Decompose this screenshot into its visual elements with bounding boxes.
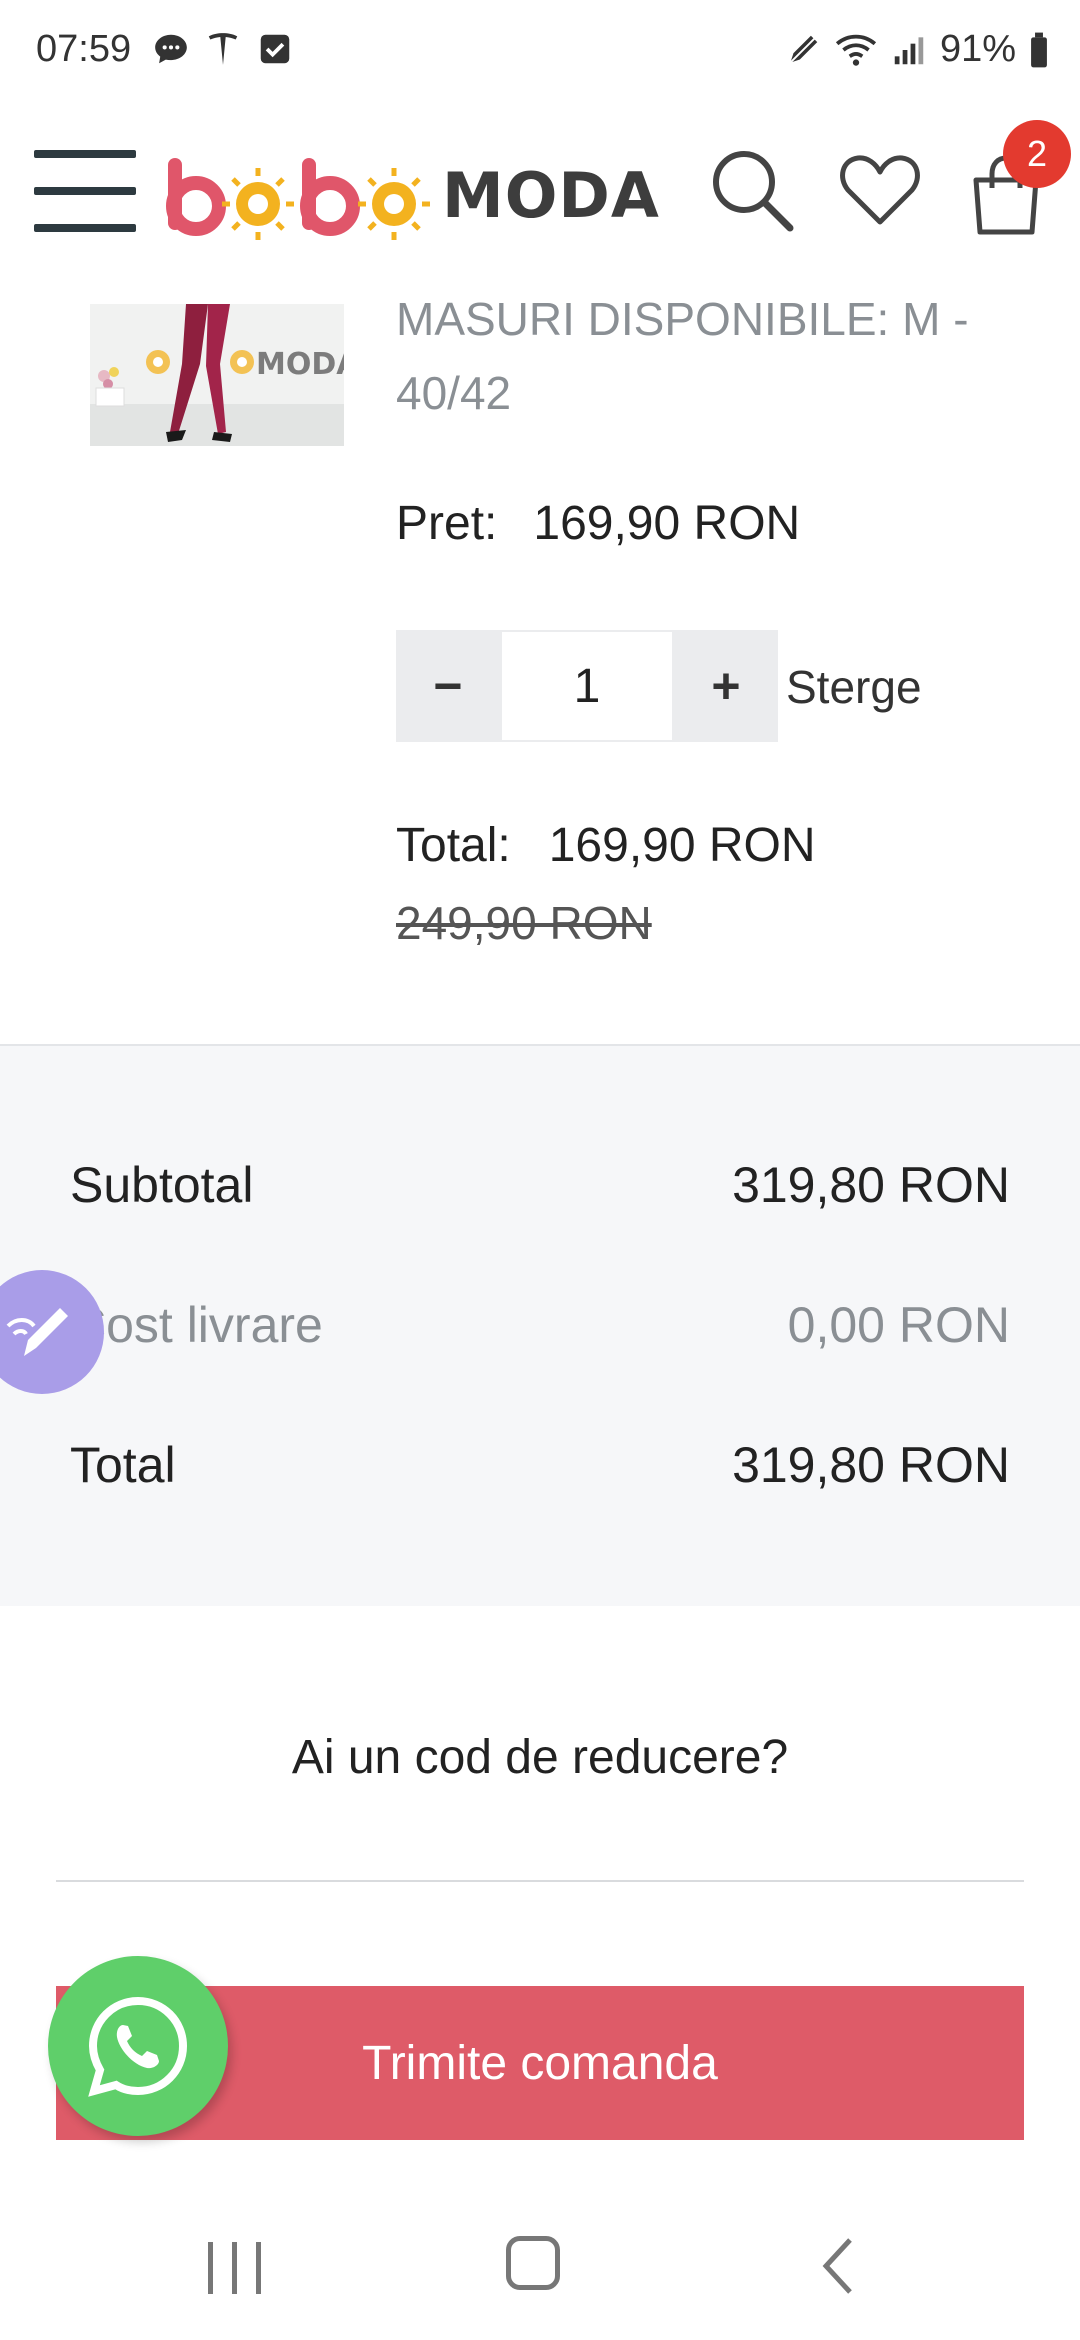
search-icon[interactable]	[706, 144, 798, 236]
price-value: 169,90 RON	[533, 497, 801, 550]
checkbox-icon	[260, 34, 290, 64]
subtotal-label: Subtotal	[70, 1157, 254, 1213]
status-left-icons	[152, 30, 294, 68]
subtotal-value: 319,80 RON	[732, 1157, 1010, 1213]
recent-apps-icon[interactable]	[200, 2240, 270, 2296]
remove-item-link[interactable]: Sterge	[786, 660, 922, 714]
pen-icon	[6, 1308, 68, 1356]
product-image: MODA	[90, 304, 344, 446]
status-time: 07:59	[36, 28, 132, 70]
quantity-input[interactable]	[500, 630, 674, 742]
line-total-label: Total:	[396, 819, 511, 872]
battery-icon	[1031, 32, 1047, 67]
menu-icon-line	[34, 224, 136, 232]
status-right-icons: 91%	[784, 28, 1050, 71]
back-icon[interactable]	[818, 2236, 858, 2296]
product-size-text: MASURI DISPONIBILE: M - 40/42	[396, 293, 969, 419]
system-nav-bar	[0, 2180, 1080, 2340]
product-thumbnail[interactable]: MODA	[90, 304, 344, 446]
home-icon[interactable]	[506, 2236, 560, 2290]
increase-quantity-button[interactable]: +	[674, 630, 778, 742]
site-logo[interactable]: MODA	[166, 140, 660, 250]
total-value: 319,80 RON	[732, 1437, 1010, 1493]
shipping-value: 0,00 RON	[787, 1297, 1010, 1353]
whatsapp-icon	[88, 1996, 188, 2097]
unit-price: Pret: 169,90 RON	[396, 496, 800, 551]
site-header: MODA 2	[0, 104, 1080, 296]
total-row: Total 319,80 RON	[70, 1436, 1010, 1494]
signal-icon	[894, 36, 924, 64]
divider	[56, 1880, 1024, 1882]
cart-count-badge[interactable]: 2	[1003, 120, 1071, 188]
logo-sun-2	[358, 168, 430, 240]
menu-button[interactable]	[34, 150, 136, 232]
tesla-icon	[208, 33, 238, 65]
heart-icon[interactable]	[838, 148, 922, 232]
shipping-row: Cost livrare 0,00 RON	[70, 1296, 1010, 1354]
subtotal-row: Subtotal 319,80 RON	[70, 1156, 1010, 1214]
thumb-watermark-text: MODA	[256, 347, 344, 382]
shipping-label: Cost livrare	[70, 1297, 323, 1353]
logo-sun-1	[222, 168, 294, 240]
logo-mark	[166, 158, 430, 240]
line-total-value: 169,90 RON	[548, 819, 816, 872]
line-total: Total: 169,90 RON	[396, 818, 816, 873]
total-label: Total	[70, 1437, 176, 1493]
quantity-stepper: − +	[396, 630, 778, 742]
logo-text: MODA	[442, 158, 660, 232]
battery-percent: 91%	[939, 28, 1016, 70]
logo-letter-b1	[166, 158, 226, 236]
price-label: Pret:	[396, 497, 498, 550]
wifi-icon	[835, 34, 877, 66]
discount-code-toggle[interactable]: Ai un cod de reducere?	[0, 1730, 1080, 1785]
whatsapp-button[interactable]	[48, 1956, 228, 2136]
menu-icon-line	[34, 187, 136, 195]
decrease-quantity-button[interactable]: −	[396, 630, 500, 742]
pen-icon	[786, 32, 820, 67]
old-price: 249,90 RON	[396, 897, 652, 949]
order-summary: Subtotal 319,80 RON Cost livrare 0,00 RO…	[0, 1046, 1080, 1606]
chat-bubble-icon	[155, 34, 187, 64]
logo-letter-b2	[300, 158, 360, 236]
menu-icon	[34, 150, 136, 158]
status-bar: 07:59 91%	[0, 0, 1080, 104]
